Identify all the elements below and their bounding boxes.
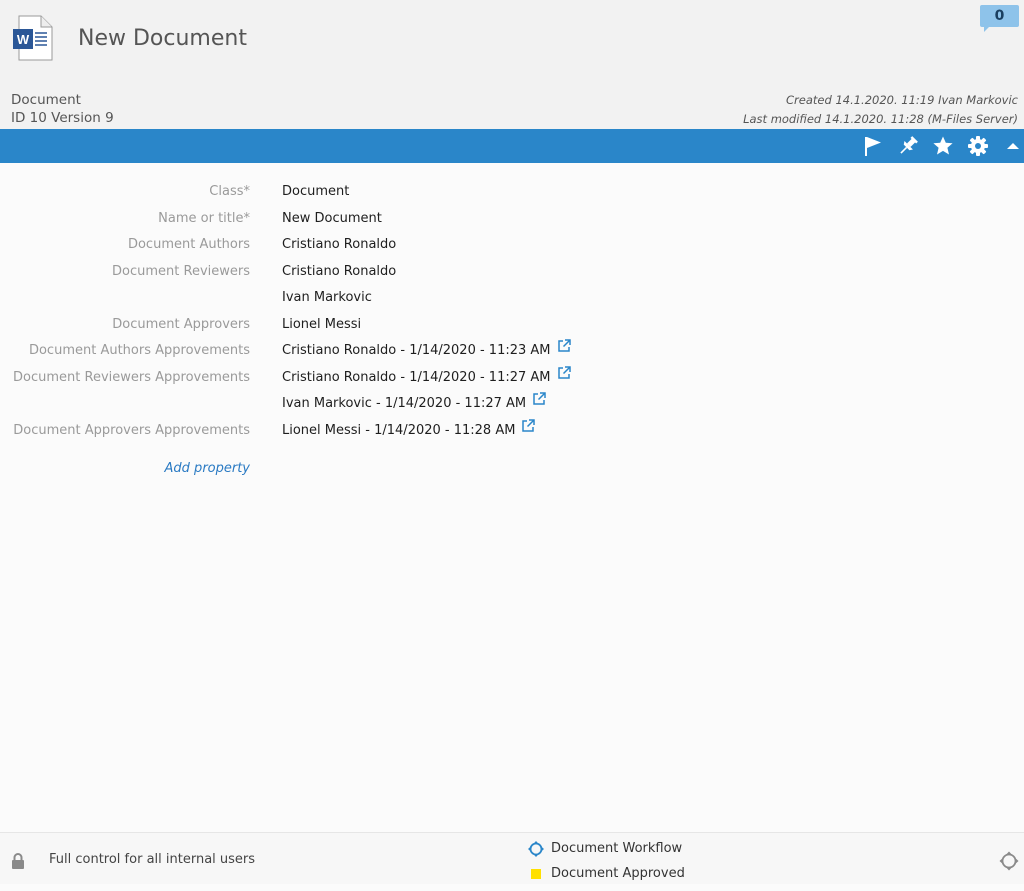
gear-icon[interactable] — [967, 135, 989, 157]
open-link-icon[interactable] — [557, 365, 571, 379]
open-link-icon[interactable] — [522, 418, 536, 432]
property-label: Document Approvers Approvements — [13, 422, 250, 438]
property-row[interactable]: Document Approvers Lionel Messi — [0, 313, 1024, 340]
object-type: Document — [11, 92, 81, 108]
workflow-name: Document Workflow — [551, 841, 683, 856]
property-value[interactable]: Document — [282, 184, 349, 199]
object-timestamps: Created 14.1.2020. 11:19 Ivan Markovic L… — [743, 91, 1018, 129]
property-value[interactable]: Lionel Messi - 1/14/2020 - 11:28 AM — [282, 418, 536, 438]
property-value[interactable]: Cristiano Ronaldo - 1/14/2020 - 11:27 AM — [282, 365, 571, 385]
object-header: W New Document 0 Document ID 10 Version … — [0, 0, 1024, 129]
property-label: Document Reviewers — [112, 263, 250, 279]
properties-list: Class* Document Name or title* New Docum… — [0, 180, 1024, 445]
metadata-toolbar — [0, 129, 1024, 163]
property-row[interactable]: Document Reviewers Cristiano Ronaldo — [0, 260, 1024, 287]
flag-icon[interactable] — [862, 135, 884, 157]
property-label: Document Authors Approvements — [28, 343, 250, 358]
last-modified-info: Last modified 14.1.2020. 11:28 (M-Files … — [743, 112, 1018, 126]
property-value[interactable]: Cristiano Ronaldo - 1/14/2020 - 11:23 AM — [282, 339, 571, 358]
property-value[interactable]: Cristiano Ronaldo — [282, 237, 396, 252]
workflow-icon — [528, 841, 544, 857]
object-title: New Document — [78, 26, 247, 51]
lock-icon — [12, 853, 24, 869]
property-label: Document Reviewers Approvements — [13, 369, 250, 385]
property-value[interactable]: Ivan Markovic — [282, 290, 372, 305]
comment-bubble-tail — [984, 27, 994, 32]
status-footer: Full control for all internal users Docu… — [0, 832, 1024, 884]
add-property-link[interactable]: Add property — [165, 461, 250, 476]
state-color-indicator — [531, 869, 541, 879]
property-value[interactable]: New Document — [282, 211, 382, 226]
collapse-up-icon[interactable] — [1002, 135, 1024, 157]
property-row[interactable]: Class* Document — [0, 180, 1024, 207]
property-row[interactable]: Document Authors Cristiano Ronaldo — [0, 233, 1024, 260]
property-row[interactable]: Name or title* New Document — [0, 207, 1024, 234]
workflow-state: Document Approved — [551, 866, 685, 881]
comments-badge[interactable]: 0 — [980, 5, 1019, 33]
refresh-icon[interactable] — [999, 851, 1019, 871]
property-value[interactable]: Ivan Markovic - 1/14/2020 - 11:27 AM — [282, 392, 546, 411]
open-link-icon[interactable] — [533, 392, 546, 405]
open-link-icon[interactable] — [557, 339, 571, 352]
object-id-version: ID 10 Version 9 — [11, 110, 114, 126]
object-meta: Document ID 10 Version 9 — [11, 91, 114, 127]
property-label: Name or title* — [158, 210, 250, 226]
property-label: Document Approvers — [112, 316, 250, 332]
property-row[interactable]: Document Authors Approvements Cristiano … — [0, 339, 1024, 366]
property-label: Document Authors — [127, 237, 250, 252]
property-value[interactable]: Lionel Messi — [282, 317, 361, 332]
pin-icon[interactable] — [897, 135, 919, 157]
svg-text:W: W — [17, 32, 30, 47]
property-row[interactable]: Ivan Markovic — [0, 286, 1024, 313]
permissions-label[interactable]: Full control for all internal users — [49, 852, 255, 867]
property-row[interactable]: Ivan Markovic - 1/14/2020 - 11:27 AM — [0, 392, 1024, 419]
property-value[interactable]: Cristiano Ronaldo — [282, 264, 396, 279]
property-row[interactable]: Document Approvers Approvements Lionel M… — [0, 418, 1024, 446]
property-label: Class* — [209, 184, 250, 199]
star-icon[interactable] — [932, 135, 954, 157]
comment-count[interactable]: 0 — [980, 5, 1019, 27]
word-document-icon: W — [13, 15, 53, 61]
created-info: Created 14.1.2020. 11:19 Ivan Markovic — [786, 93, 1018, 107]
property-row[interactable]: Document Reviewers Approvements Cristian… — [0, 365, 1024, 393]
